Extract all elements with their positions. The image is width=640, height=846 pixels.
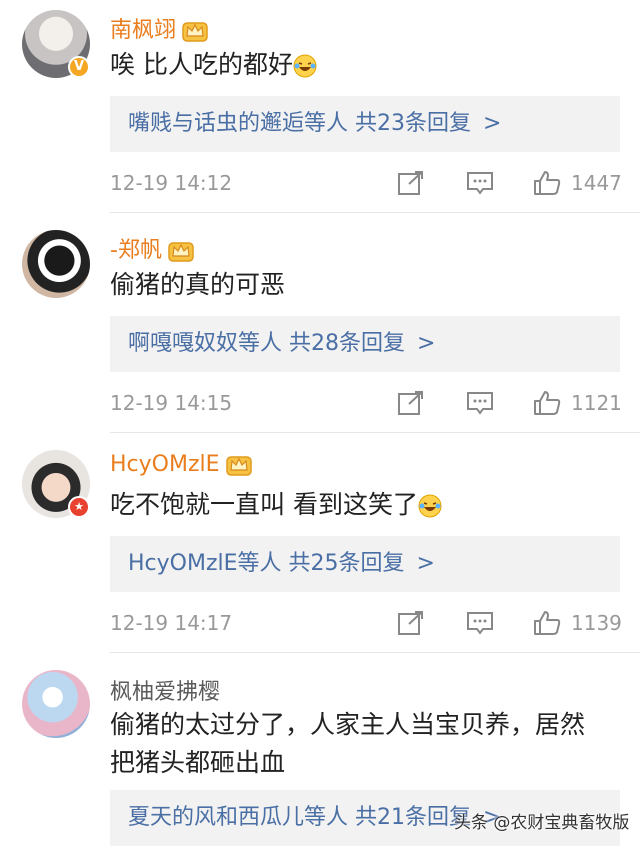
share-icon[interactable]: [397, 170, 425, 196]
like-icon[interactable]: [533, 170, 561, 196]
avatar[interactable]: ★: [22, 450, 90, 518]
star-badge-icon: ★: [68, 496, 90, 518]
avatar[interactable]: [22, 670, 90, 738]
verified-badge-icon: V: [68, 56, 90, 78]
replies-preview[interactable]: 啊嘎嘎奴奴等人 共28条回复 >: [110, 316, 620, 372]
username[interactable]: 南枫翊: [110, 12, 208, 44]
like-icon[interactable]: [533, 610, 561, 636]
timestamp: 12-19 14:12: [110, 171, 233, 195]
comment-text: 唉 比人吃的都好: [110, 46, 630, 84]
divider: [110, 432, 640, 433]
crown-icon: [226, 453, 252, 477]
like-count: 1447: [571, 171, 622, 195]
share-icon[interactable]: [397, 390, 425, 416]
laugh-cry-emoji-icon: [418, 494, 442, 518]
watermark: 头条 @农财宝典畜牧版: [454, 813, 630, 833]
timestamp: 12-19 14:17: [110, 611, 233, 635]
comment-meta: 12-19 14:12 1447: [110, 163, 622, 203]
username[interactable]: -郑帆: [110, 232, 194, 264]
chevron-right-icon: >: [416, 551, 435, 576]
divider: [110, 652, 640, 653]
timestamp: 12-19 14:15: [110, 391, 233, 415]
share-icon[interactable]: [397, 610, 425, 636]
crown-icon: [182, 19, 208, 43]
replies-preview[interactable]: 嘴贱与话虫的邂逅等人 共23条回复 >: [110, 96, 620, 152]
like-icon[interactable]: [533, 390, 561, 416]
avatar[interactable]: V: [22, 10, 90, 78]
like-count: 1139: [571, 611, 622, 635]
comment-meta: 12-19 14:17 1139: [110, 603, 622, 643]
divider: [110, 212, 640, 213]
comment-text: 偷猪的真的可恶: [110, 270, 286, 299]
comment-meta: 12-19 14:15 1121: [110, 383, 622, 423]
username[interactable]: HcyOMzlE: [110, 452, 252, 477]
comment-text: 偷猪的太过分了，人家主人当宝贝养，居然 把猪头都砸出血: [110, 710, 586, 777]
username[interactable]: 枫柚爱拂樱: [110, 674, 220, 706]
avatar[interactable]: [22, 230, 90, 298]
crown-icon: [168, 239, 194, 263]
comment-icon[interactable]: [466, 610, 494, 636]
comment-icon[interactable]: [466, 170, 494, 196]
comment-icon[interactable]: [466, 390, 494, 416]
chevron-right-icon: >: [483, 111, 502, 136]
comment-text: 吃不饱就一直叫 看到这笑了: [110, 486, 630, 524]
laugh-cry-emoji-icon: [293, 54, 317, 78]
like-count: 1121: [571, 391, 622, 415]
replies-preview[interactable]: HcyOMzlE等人 共25条回复 >: [110, 536, 620, 592]
chevron-right-icon: >: [417, 331, 436, 356]
